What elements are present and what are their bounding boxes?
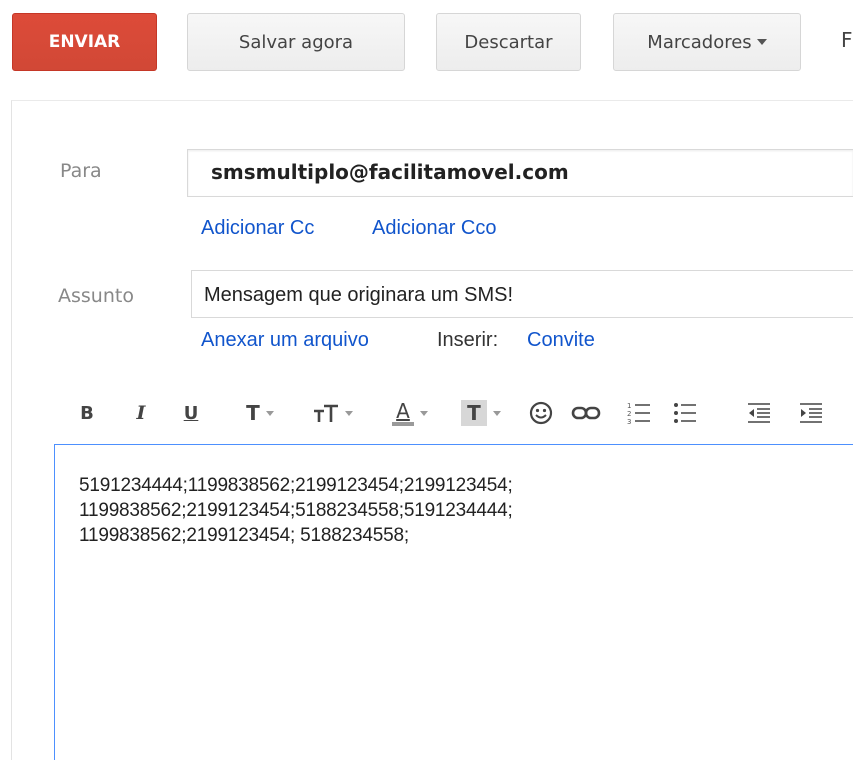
discard-button[interactable]: Descartar (436, 13, 581, 71)
add-bcc-link[interactable]: Adicionar Cco (372, 217, 497, 240)
bold-button[interactable]: B (72, 393, 102, 433)
decrease-indent-button[interactable] (742, 393, 776, 433)
message-body-editor[interactable]: 5191234444;1199838562;2199123454;2199123… (54, 444, 853, 760)
link-icon (571, 406, 601, 420)
discard-label: Descartar (464, 31, 553, 53)
insert-label: Inserir: (437, 329, 499, 351)
italic-button[interactable]: I (126, 393, 156, 433)
compose-action-bar: ENVIAR Salvar agora Descartar Marcadores… (0, 0, 853, 100)
recipient-chip[interactable]: smsmultiplo@facilitamovel.com (211, 160, 569, 184)
text-color-glyph: A (396, 398, 410, 423)
indent-icon (800, 403, 822, 423)
italic-icon: I (136, 402, 146, 424)
emoji-button[interactable] (524, 393, 558, 433)
insert-invite-link[interactable]: Convite (527, 329, 595, 352)
save-now-button[interactable]: Salvar agora (187, 13, 405, 71)
subject-field[interactable]: Mensagem que originara um SMS! (191, 270, 853, 318)
subject-value: Mensagem que originara um SMS! (204, 284, 514, 306)
chevron-down-icon (493, 410, 501, 416)
add-cc-link[interactable]: Adicionar Cc (201, 217, 314, 240)
increase-indent-button[interactable] (794, 393, 828, 433)
to-label: Para (60, 160, 102, 182)
send-button[interactable]: ENVIAR (12, 13, 157, 71)
bulleted-list-button[interactable] (668, 393, 702, 433)
background-color-dropdown[interactable]: T (450, 393, 512, 433)
svg-text:2: 2 (627, 410, 631, 418)
body-line: 1199838562;2199123454; 5188234558; (79, 525, 409, 546)
attach-file-link[interactable]: Anexar um arquivo (201, 329, 369, 352)
font-size-dropdown[interactable] (304, 393, 362, 433)
bulleted-list-icon (674, 403, 696, 423)
outdent-icon (748, 403, 770, 423)
svg-text:3: 3 (627, 418, 631, 425)
chevron-down-icon (265, 410, 274, 416)
text-color-dropdown[interactable]: A (380, 393, 440, 433)
chevron-down-icon (345, 410, 353, 416)
body-line: 5191234444;1199838562;2199123454;2199123… (79, 475, 513, 496)
insert-link-button[interactable] (566, 393, 606, 433)
save-now-label: Salvar agora (238, 31, 354, 53)
subject-label: Assunto (58, 285, 134, 307)
underline-icon: U (183, 402, 199, 424)
numbered-list-button[interactable]: 123 (622, 393, 656, 433)
font-family-dropdown[interactable]: T (232, 393, 288, 433)
to-field[interactable]: smsmultiplo@facilitamovel.com (187, 149, 853, 197)
text-size-icon (314, 404, 338, 422)
smiley-icon (529, 401, 553, 425)
labels-dropdown-button[interactable]: Marcadores (613, 13, 801, 71)
bold-icon: B (80, 402, 94, 424)
underline-button[interactable]: U (176, 393, 206, 433)
body-line: 1199838562;2199123454;5188234558;5191234… (79, 500, 513, 521)
text-color-icon: A (392, 401, 414, 426)
labels-label: Marcadores (647, 31, 752, 53)
highlight-icon: T (461, 400, 487, 426)
chevron-down-icon (420, 410, 428, 416)
chevron-down-icon (756, 39, 767, 45)
more-button-partial[interactable]: F (841, 28, 853, 52)
highlight-glyph: T (467, 401, 481, 425)
svg-text:1: 1 (627, 402, 631, 410)
send-button-label: ENVIAR (48, 32, 121, 52)
font-icon: T (246, 401, 260, 425)
numbered-list-icon: 123 (627, 402, 650, 425)
